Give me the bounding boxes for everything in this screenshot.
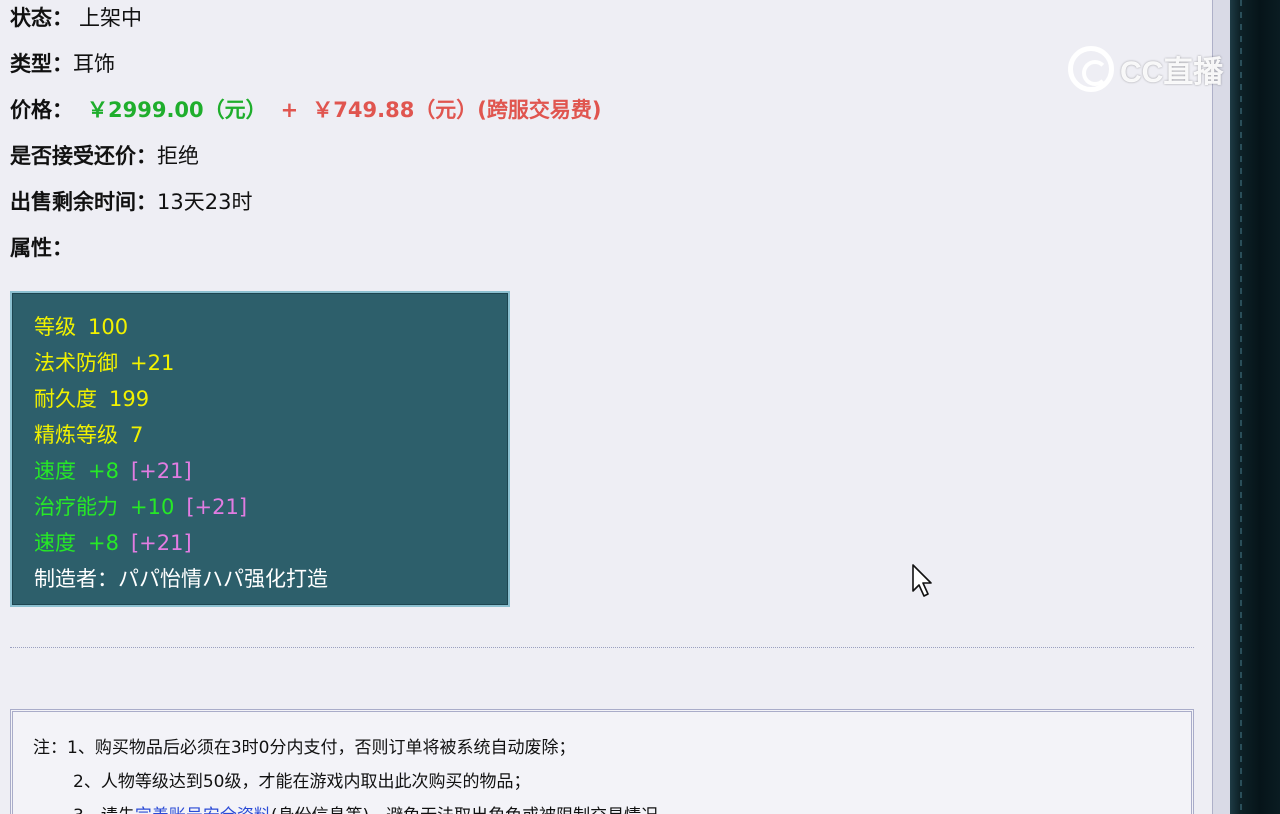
attr-extra: [+21] <box>130 531 192 555</box>
attr-name: 等级 <box>34 315 76 339</box>
bargain-row: 是否接受还价：拒绝 <box>10 141 199 171</box>
cc-logo-icon <box>1068 46 1114 92</box>
price-fee: ￥749.88（元）(跨服交易费) <box>312 98 602 122</box>
attr-value: +21 <box>130 351 175 375</box>
attr-extra: [+21] <box>130 459 192 483</box>
attr-maker: 制造者：パパ怡情ハパ强化打造 <box>34 567 328 591</box>
time-left-label: 出售剩余时间： <box>10 190 157 214</box>
note-line-3-prefix: 3、请先 <box>73 806 135 814</box>
price-plus: + <box>280 98 299 122</box>
attr-extra: [+21] <box>186 495 248 519</box>
type-row: 类型：耳饰 <box>10 49 115 79</box>
attr-magic-defense: 法术防御 +21 <box>34 345 508 381</box>
window-edge <box>1230 0 1280 814</box>
attributes-panel: 等级 100 法术防御 +21 耐久度 199 精炼等级 7 速度 +8 [+21] 治疗能… <box>10 291 510 607</box>
type-label: 类型： <box>10 52 73 76</box>
price-row: 价格： ￥2999.00（元） + ￥749.88（元）(跨服交易费) <box>10 95 602 125</box>
attr-name: 法术防御 <box>34 351 118 375</box>
price-main: ￥2999.00（元） <box>87 98 267 122</box>
mouse-pointer-icon <box>912 564 932 597</box>
notes-box: 注：1、购买物品后必须在3时0分内支付，否则订单将被系统自动废除； 2、人物等级… <box>10 709 1194 814</box>
note-line-3: 3、请先完善账号安全资料(身份信息等)，避免无法取出角色或被限制交易情况 <box>73 804 658 814</box>
scrollbar[interactable] <box>1212 0 1230 814</box>
status-row: 状态： 上架中 <box>10 3 142 33</box>
listing-detail-panel: 状态： 上架中 类型：耳饰 价格： ￥2999.00（元） + ￥749.88（元）(跨… <box>0 0 1212 814</box>
attr-name: 速度 <box>34 459 76 483</box>
attr-value: 7 <box>130 423 144 447</box>
attr-value: +8 <box>88 531 119 555</box>
section-divider <box>10 647 1194 648</box>
type-value: 耳饰 <box>73 52 115 76</box>
attr-durability: 耐久度 199 <box>34 381 508 417</box>
time-left-value: 13天23时 <box>157 190 253 214</box>
attributes-row: 属性： <box>10 233 73 263</box>
attr-bonus-speed-2: 速度 +8 [+21] <box>34 525 508 561</box>
status-value: 上架中 <box>79 6 142 30</box>
attr-name: 治疗能力 <box>34 495 118 519</box>
note-line-1: 注：1、购买物品后必须在3时0分内支付，否则订单将被系统自动废除； <box>33 738 576 758</box>
time-left-row: 出售剩余时间：13天23时 <box>10 187 252 217</box>
attr-name: 耐久度 <box>34 387 97 411</box>
attr-value: 199 <box>109 387 150 411</box>
note-line-3-suffix: (身份信息等)，避免无法取出角色或被限制交易情况 <box>271 806 658 814</box>
attr-name: 速度 <box>34 531 76 555</box>
bargain-value: 拒绝 <box>157 144 199 168</box>
attributes-label: 属性： <box>10 236 73 260</box>
attr-value: 100 <box>88 315 129 339</box>
attr-bonus-healing: 治疗能力 +10 [+21] <box>34 489 508 525</box>
attr-value: +8 <box>88 459 119 483</box>
bargain-label: 是否接受还价： <box>10 144 157 168</box>
cc-live-watermark: CC直播 <box>1068 44 1240 94</box>
attr-value: +10 <box>130 495 175 519</box>
status-label: 状态： <box>10 6 73 30</box>
note-line-2: 2、人物等级达到50级，才能在游戏内取出此次购买的物品； <box>73 772 531 792</box>
attr-bonus-speed: 速度 +8 [+21] <box>34 453 508 489</box>
attr-level: 等级 100 <box>34 309 508 345</box>
price-label: 价格： <box>10 98 73 122</box>
account-security-link[interactable]: 完善账号安全资料 <box>135 806 271 814</box>
watermark-text: CC直播 <box>1120 56 1224 89</box>
attr-name: 精炼等级 <box>34 423 118 447</box>
attr-refine-level: 精炼等级 7 <box>34 417 508 453</box>
